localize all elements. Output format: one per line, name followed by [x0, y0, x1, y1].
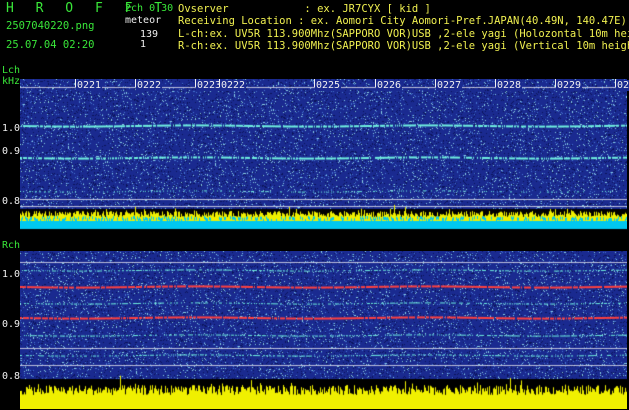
minute-label: 0222 — [220, 80, 247, 91]
minute-label: 0226 — [376, 80, 403, 91]
lch-label: Lch — [2, 65, 21, 76]
lch-description: L-ch:ex. UV5R 113.900Mhz(SAPPORO VOR)USB… — [178, 28, 629, 40]
mode-label: meteor — [125, 15, 162, 26]
lch-tick-0-8: 0.8 — [2, 196, 21, 207]
hroft-window: H R O F F T 2ch 0.30 2507040220.png mete… — [0, 0, 629, 410]
rch-spectrogram — [20, 251, 627, 409]
minute-label: 0228 — [496, 80, 523, 91]
rch-label: Rch — [2, 240, 21, 251]
lch-tick-1-0: 1.0 — [2, 123, 21, 134]
minute-label: 0225 — [315, 80, 342, 91]
observer-line: Ovserver : ex. JR7CYX [ kid ] — [178, 3, 431, 15]
minute-label: 0222 — [136, 80, 163, 91]
lch-tick-0-9: 0.9 — [2, 146, 21, 157]
rch-description: R-ch:ex. UV5R 113.900Mhz(SAPPORO VOR)USB… — [178, 40, 629, 52]
minute-label: 0229 — [556, 80, 583, 91]
minute-label: 0221 — [76, 80, 103, 91]
location-line: Receiving Location : ex. Aomori City Aom… — [178, 15, 627, 27]
datetime-label: 25.07.04 02:20 — [6, 39, 95, 51]
minute-label: 0227 — [436, 80, 463, 91]
count-rch: 1 — [140, 39, 147, 50]
version-label: 2ch 0.30 — [125, 3, 174, 14]
rch-tick-1-0: 1.0 — [2, 269, 21, 280]
lch-spectrogram — [20, 79, 627, 231]
lch-unit-label: kHz — [2, 76, 21, 87]
file-name: 2507040220.png — [6, 20, 95, 32]
rch-tick-0-8: 0.8 — [2, 371, 21, 382]
minute-label: 0230 — [616, 80, 629, 91]
rch-tick-0-9: 0.9 — [2, 319, 21, 330]
